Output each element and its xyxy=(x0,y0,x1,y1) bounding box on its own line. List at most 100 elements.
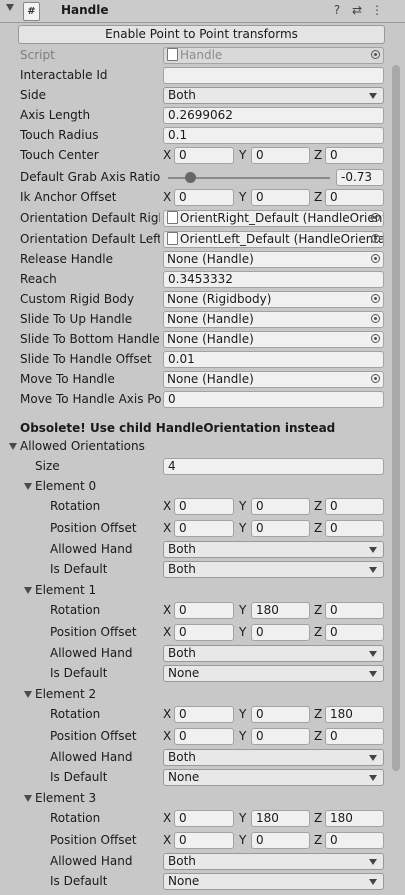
interactable-id-label: Interactable Id xyxy=(20,68,108,82)
move-axis-pos-label: Move To Handle Axis Pos xyxy=(20,392,161,406)
enable-point-to-point-button[interactable]: Enable Point to Point transforms xyxy=(18,25,385,44)
element-3-rotation-y[interactable]: 180 xyxy=(251,810,310,827)
element-1-rotation-x[interactable]: 0 xyxy=(174,602,234,619)
ik-anchor-z[interactable]: 0 xyxy=(325,189,384,206)
default-label: Is Default xyxy=(50,562,108,576)
default-label: Is Default xyxy=(50,770,108,784)
interactable-id-input[interactable] xyxy=(163,67,384,84)
z-axis-label: Z xyxy=(314,811,323,825)
component-header: # Handle ? ⇄ ⋮ xyxy=(0,0,405,23)
custom-rigid-body-field[interactable]: None (Rigidbody) xyxy=(163,291,384,308)
touch-center-y[interactable]: 0 xyxy=(251,147,310,164)
element-2-position-z[interactable]: 0 xyxy=(325,728,384,745)
element-1-position-x[interactable]: 0 xyxy=(174,624,234,641)
size-input[interactable]: 4 xyxy=(163,458,384,475)
element-3-position-y[interactable]: 0 xyxy=(251,832,310,849)
element-2-position-x[interactable]: 0 xyxy=(174,728,234,745)
element-0-rotation-z[interactable]: 0 xyxy=(325,498,384,515)
element-2-hand-dropdown[interactable]: Both xyxy=(163,749,384,766)
x-axis-label: X xyxy=(163,521,172,535)
element-3-position-z[interactable]: 0 xyxy=(325,832,384,849)
element-2-position-y[interactable]: 0 xyxy=(251,728,310,745)
element-1-hand-dropdown[interactable]: Both xyxy=(163,645,384,662)
chevron-down-icon xyxy=(369,755,377,761)
collapse-arrow-icon[interactable] xyxy=(6,4,14,11)
foldout-arrow-icon[interactable] xyxy=(24,587,32,594)
element-0-hand-dropdown[interactable]: Both xyxy=(163,541,384,558)
axis-length-input[interactable]: 0.2699062 xyxy=(163,107,384,124)
move-axis-pos-input[interactable]: 0 xyxy=(163,391,384,408)
element-3-position-x[interactable]: 0 xyxy=(174,832,234,849)
element-0-rotation-x[interactable]: 0 xyxy=(174,498,234,515)
reach-input[interactable]: 0.3453332 xyxy=(163,271,384,288)
ik-anchor-offset-label: Ik Anchor Offset xyxy=(20,190,117,204)
element-0-label[interactable]: Element 0 xyxy=(35,479,96,493)
element-3-hand-dropdown[interactable]: Both xyxy=(163,853,384,870)
element-0-position-y[interactable]: 0 xyxy=(251,520,310,537)
touch-center-x[interactable]: 0 xyxy=(174,147,234,164)
allowed-orientations-label[interactable]: Allowed Orientations xyxy=(20,439,145,453)
element-3-rotation-z[interactable]: 180 xyxy=(325,810,384,827)
foldout-arrow-icon[interactable] xyxy=(24,483,32,490)
element-1-position-z[interactable]: 0 xyxy=(325,624,384,641)
orientation-left-field[interactable]: OrientLeft_Default (HandleOrienta xyxy=(163,231,384,248)
element-3-label[interactable]: Element 3 xyxy=(35,791,96,805)
element-0-rotation-y[interactable]: 0 xyxy=(251,498,310,515)
element-0-default-dropdown[interactable]: Both xyxy=(163,561,384,578)
object-picker-icon[interactable] xyxy=(371,314,380,323)
z-axis-label: Z xyxy=(314,603,323,617)
slide-up-field[interactable]: None (Handle) xyxy=(163,311,384,328)
help-icon[interactable]: ? xyxy=(330,3,344,17)
element-2-default-dropdown[interactable]: None xyxy=(163,769,384,786)
move-to-handle-field[interactable]: None (Handle) xyxy=(163,371,384,388)
element-2-label[interactable]: Element 2 xyxy=(35,687,96,701)
element-0-position-x[interactable]: 0 xyxy=(174,520,234,537)
touch-radius-input[interactable]: 0.1 xyxy=(163,127,384,144)
y-axis-label: Y xyxy=(239,707,247,721)
element-3-rotation-x[interactable]: 0 xyxy=(174,810,234,827)
side-dropdown[interactable]: Both xyxy=(163,87,384,104)
hand-label: Allowed Hand xyxy=(50,854,133,868)
z-axis-label: Z xyxy=(314,190,323,204)
object-picker-icon[interactable] xyxy=(371,334,380,343)
element-2-rotation-y[interactable]: 0 xyxy=(251,706,310,723)
element-2-rotation-x[interactable]: 0 xyxy=(174,706,234,723)
kebab-menu-icon[interactable]: ⋮ xyxy=(370,3,384,17)
scrollbar[interactable] xyxy=(392,65,400,771)
z-axis-label: Z xyxy=(314,521,323,535)
object-picker-icon[interactable] xyxy=(371,213,380,222)
grab-axis-ratio-slider-knob[interactable] xyxy=(184,172,196,183)
foldout-arrow-icon[interactable] xyxy=(24,691,32,698)
y-axis-label: Y xyxy=(239,729,247,743)
element-1-position-y[interactable]: 0 xyxy=(251,624,310,641)
element-1-default-dropdown[interactable]: None xyxy=(163,665,384,682)
element-0-position-z[interactable]: 0 xyxy=(325,520,384,537)
grab-axis-ratio-input[interactable]: -0.73 xyxy=(336,169,384,186)
sliders-icon[interactable]: ⇄ xyxy=(350,3,364,17)
orientation-right-field[interactable]: OrientRight_Default (HandleOrient xyxy=(163,210,384,227)
ik-anchor-y[interactable]: 0 xyxy=(251,189,310,206)
slide-offset-input[interactable]: 0.01 xyxy=(163,351,384,368)
release-handle-field[interactable]: None (Handle) xyxy=(163,251,384,268)
chevron-down-icon xyxy=(369,93,377,99)
x-axis-label: X xyxy=(163,499,172,513)
rotation-label: Rotation xyxy=(50,811,101,825)
size-label: Size xyxy=(35,459,60,473)
y-axis-label: Y xyxy=(239,521,247,535)
position-label: Position Offset xyxy=(50,729,137,743)
element-2-rotation-z[interactable]: 180 xyxy=(325,706,384,723)
object-picker-icon[interactable] xyxy=(371,234,380,243)
element-3-default-dropdown[interactable]: None xyxy=(163,873,384,890)
foldout-arrow-icon[interactable] xyxy=(9,443,17,450)
touch-center-z[interactable]: 0 xyxy=(325,147,384,164)
object-picker-icon[interactable] xyxy=(371,294,380,303)
script-row: Script Handle xyxy=(0,46,392,66)
object-picker-icon[interactable] xyxy=(371,374,380,383)
slide-bottom-field[interactable]: None (Handle) xyxy=(163,331,384,348)
object-picker-icon[interactable] xyxy=(371,254,380,263)
element-1-rotation-y[interactable]: 180 xyxy=(251,602,310,619)
element-1-label[interactable]: Element 1 xyxy=(35,583,96,597)
foldout-arrow-icon[interactable] xyxy=(24,795,32,802)
ik-anchor-x[interactable]: 0 xyxy=(174,189,234,206)
element-1-rotation-z[interactable]: 0 xyxy=(325,602,384,619)
